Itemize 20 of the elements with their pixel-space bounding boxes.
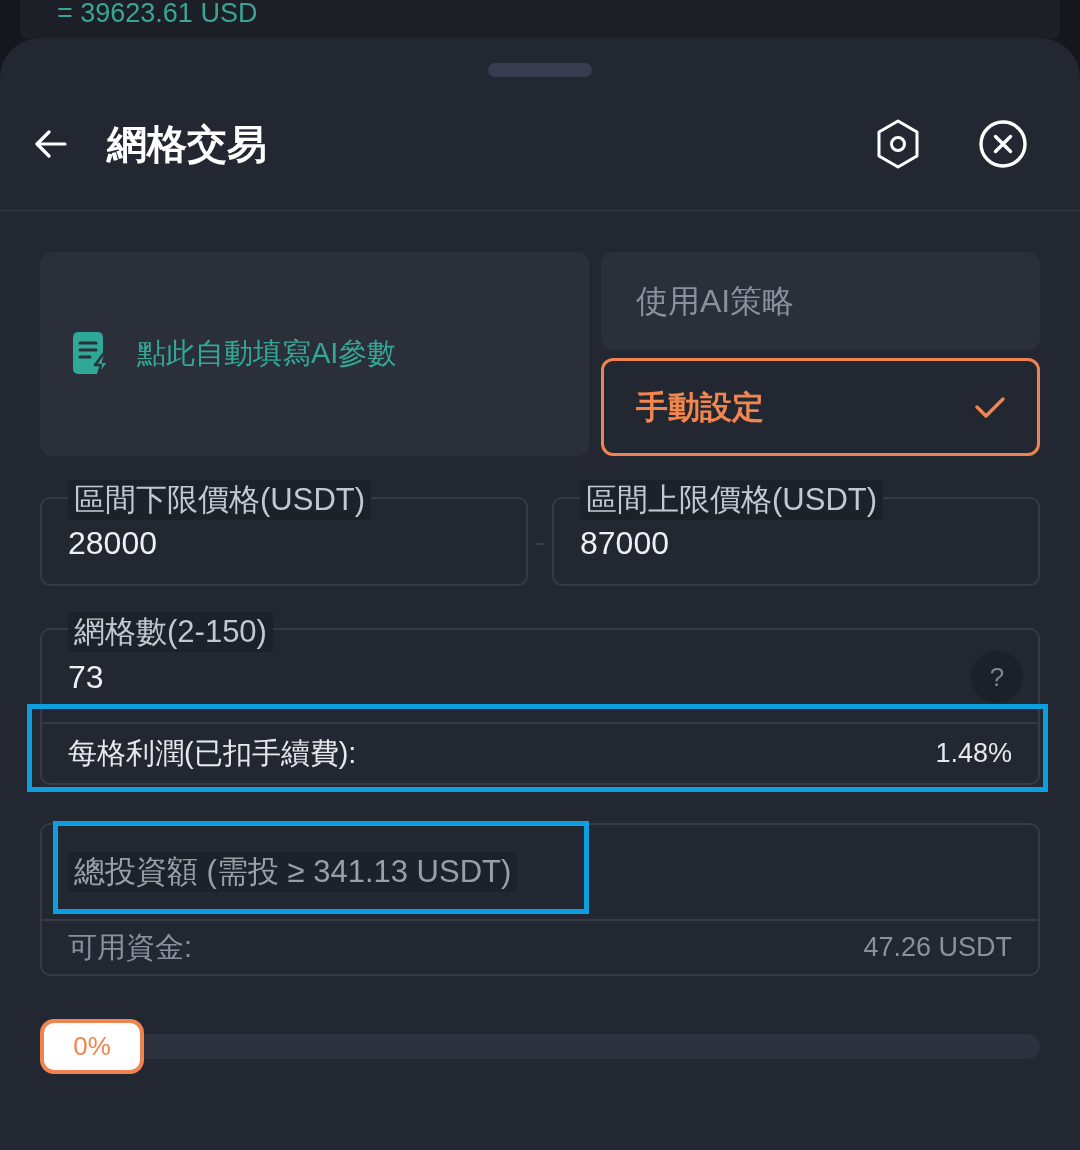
close-icon[interactable] (979, 119, 1027, 168)
field-label: 區間下限價格(USDT) (68, 480, 372, 520)
available-value: 47.26 USDT (863, 931, 1012, 965)
field-label: 區間上限價格(USDT) (580, 480, 884, 520)
check-icon (975, 396, 1005, 418)
field-label: 總投資額 (需投 ≥ 341.13 USDT) (68, 852, 518, 892)
available-label: 可用資金: (68, 929, 193, 965)
mode-option[interactable]: 使用AI策略 (601, 252, 1040, 350)
balance-text: = 39623.61 USD (57, 0, 258, 28)
back-icon[interactable] (35, 129, 67, 158)
drag-handle[interactable] (488, 63, 592, 77)
help-button[interactable]: ? (971, 651, 1023, 703)
investment-input-field[interactable]: 總投資額 (需投 ≥ 341.13 USDT) (40, 823, 1040, 919)
settings-icon[interactable] (876, 118, 920, 169)
mode-option[interactable]: 手動設定 (601, 358, 1040, 456)
ai-autofill-button[interactable]: 點此自動填寫AI參數 (40, 252, 589, 456)
field-label: 網格數(2-150) (68, 612, 273, 652)
sheet-title: 網格交易 (107, 123, 267, 164)
profit-label: 每格利潤(已扣手續費): (68, 735, 357, 771)
profit-value: 1.48% (935, 737, 1012, 771)
